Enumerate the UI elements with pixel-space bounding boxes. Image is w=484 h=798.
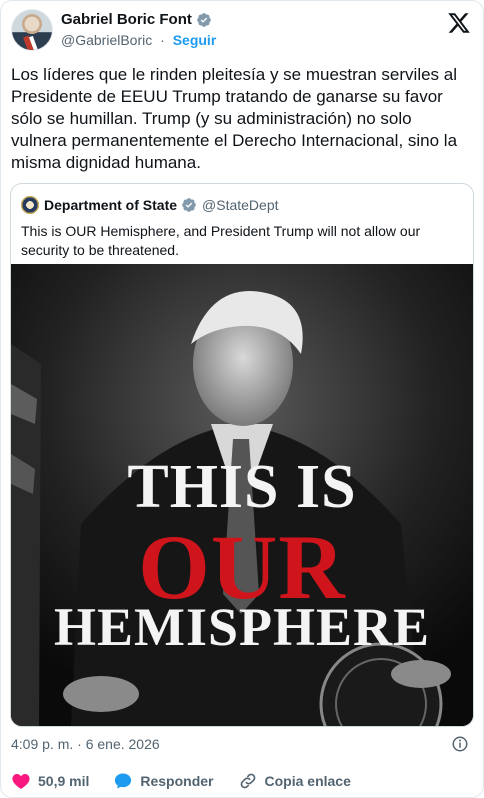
tweet-header: Gabriel Boric Font @GabrielBoric · Segui… — [11, 9, 473, 53]
handle-separator: · — [160, 32, 165, 48]
quote-header: Department of State @StateDept — [21, 196, 279, 214]
info-icon[interactable] — [451, 735, 469, 753]
heart-icon — [12, 774, 30, 789]
tweet-text: Los líderes que le rinden pleitesía y se… — [11, 65, 458, 172]
author-handle[interactable]: @GabrielBoric — [61, 32, 152, 48]
like-count: 50,9 mil — [38, 773, 90, 789]
headline-line-3: HEMISPHERE — [53, 597, 431, 657]
link-icon — [240, 773, 255, 789]
tweet-actions: 50,9 mil Responder Copia enlace — [11, 771, 375, 791]
author-name[interactable]: Gabriel Boric Font — [61, 11, 192, 29]
copy-link-button[interactable]: Copia enlace — [238, 771, 351, 791]
follow-button[interactable]: Seguir — [173, 32, 217, 48]
headline-line-1: THIS IS — [127, 453, 357, 521]
reply-bubble-icon — [115, 773, 132, 789]
reply-label: Responder — [140, 773, 214, 789]
x-logo-icon[interactable] — [447, 11, 471, 35]
quote-author-name: Department of State — [44, 196, 178, 213]
like-button[interactable]: 50,9 mil — [11, 771, 89, 791]
copy-link-label: Copia enlace — [264, 773, 351, 789]
author-name-row: Gabriel Boric Font — [61, 11, 216, 29]
author-avatar[interactable] — [11, 9, 53, 51]
tweet-timestamp[interactable]: 4:09 p. m. · 6 ene. 2026 — [11, 736, 160, 753]
verified-badge-icon — [182, 198, 196, 212]
tweet-card: Gabriel Boric Font @GabrielBoric · Segui… — [0, 0, 484, 798]
state-dept-seal-avatar — [21, 196, 39, 214]
author-handle-row: @GabrielBoric · Seguir — [61, 32, 216, 49]
quote-image[interactable]: THIS IS OUR HEMISPHERE — [11, 264, 473, 726]
reply-button[interactable]: Responder — [113, 771, 214, 791]
quoted-tweet[interactable]: Department of State @StateDept This is O… — [10, 183, 474, 727]
author-info: Gabriel Boric Font @GabrielBoric · Segui… — [61, 11, 216, 49]
verified-badge-icon — [197, 13, 211, 27]
quote-text: This is OUR Hemisphere, and President Tr… — [21, 223, 421, 258]
quote-author-handle: @StateDept — [202, 196, 279, 213]
